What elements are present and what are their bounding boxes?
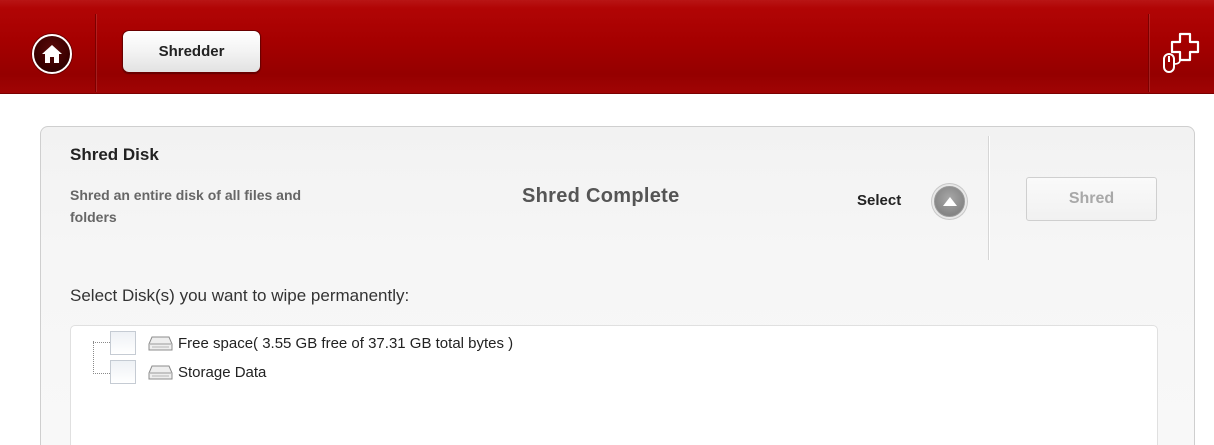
puzzle-mouse-icon[interactable] xyxy=(1160,28,1204,76)
select-label: Select xyxy=(857,192,902,209)
disk-item-free-space: Free space( 3.55 GB free of 37.31 GB tot… xyxy=(110,331,513,355)
disk-select-prompt: Select Disk(s) you want to wipe permanen… xyxy=(70,286,410,305)
header-bar: Shredder xyxy=(0,0,1214,94)
disk-checkbox[interactable] xyxy=(110,360,136,384)
select-toggle-button[interactable] xyxy=(934,186,965,217)
disk-checkbox[interactable] xyxy=(110,331,136,355)
vertical-divider xyxy=(988,136,989,260)
disk-item-storage-data: Storage Data xyxy=(110,360,266,384)
tab-shredder[interactable]: Shredder xyxy=(122,30,261,73)
header-separator xyxy=(95,14,96,92)
drive-icon xyxy=(148,336,173,351)
disk-item-label: Free space( 3.55 GB free of 37.31 GB tot… xyxy=(178,334,514,352)
tree-connector xyxy=(93,373,110,374)
header-separator xyxy=(1148,14,1149,92)
tree-connector xyxy=(93,341,94,374)
panel-title: Shred Disk xyxy=(70,145,159,164)
home-icon xyxy=(42,45,62,63)
shred-button[interactable]: Shred xyxy=(1026,177,1157,221)
tree-connector xyxy=(93,342,110,343)
drive-icon xyxy=(148,365,173,380)
panel-description: Shred an entire disk of all files and fo… xyxy=(70,187,302,225)
header-shine xyxy=(0,0,1214,8)
home-button[interactable] xyxy=(32,34,72,74)
disk-item-label: Storage Data xyxy=(178,363,267,381)
shred-status: Shred Complete xyxy=(522,185,680,207)
collapse-up-icon xyxy=(942,197,957,206)
